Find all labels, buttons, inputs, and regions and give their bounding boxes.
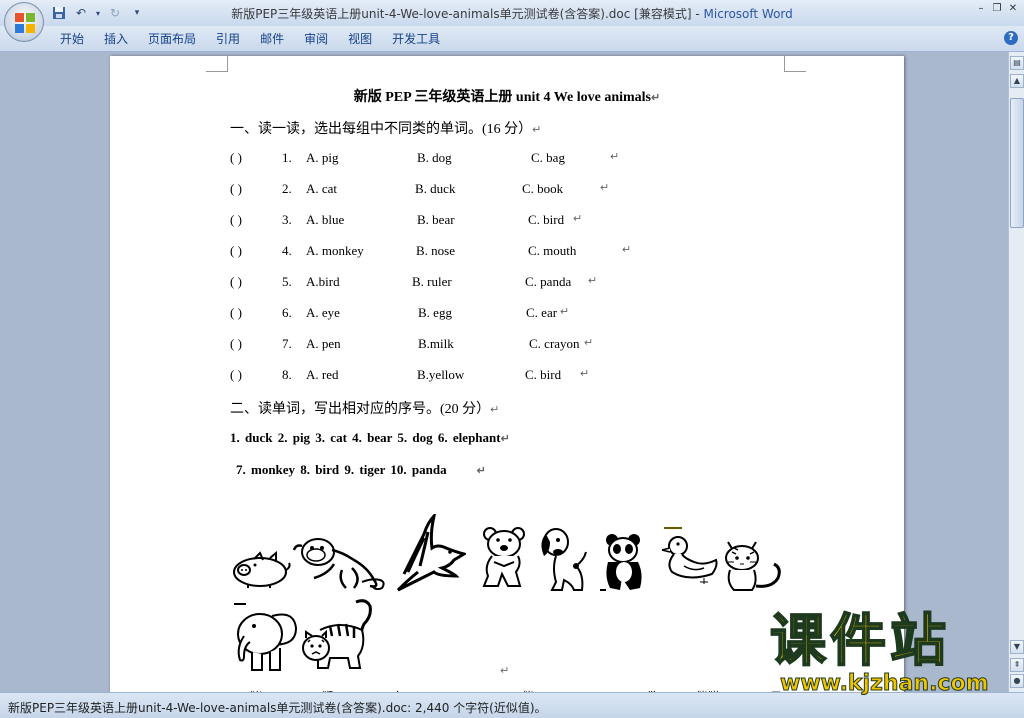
panda-icon [600,534,642,591]
question-row: ( ) 6. A. eye B. egg C. ear ↵ [230,305,570,320]
section-2-heading: 二、读单词，写出相对应的序号。(20 分）↵ [230,402,500,417]
previous-page-icon[interactable]: ⇞ [1010,658,1024,672]
question-row: ( ) 1. A. pig B. dog C. bag ↵ [230,150,620,165]
word-list-line-2: 7. monkey 8. bird 9. tiger 10. panda ↵ [236,462,486,477]
question-row: ( ) 5. A.bird B. ruler C. panda ↵ [230,274,598,289]
ruler-toggle-icon[interactable]: ▤ [1010,56,1024,70]
question-row: ( ) 3. A. blue B. bear C. bird ↵ [230,212,583,227]
duck-icon [661,527,718,584]
question-row: ( ) 7. A. pen B.milk C. crayon ↵ [230,336,594,351]
section-1-heading: 一、读一读，选出每组中不同类的单词。(16 分）↵ [230,122,542,137]
tab-home[interactable]: 开始 [50,31,94,49]
tab-insert[interactable]: 插入 [94,31,138,49]
tab-review[interactable]: 审阅 [294,31,338,49]
question-row: ( ) 4. A. monkey B. nose C. mouth ↵ [230,243,632,258]
crop-mark [784,56,806,72]
restore-icon[interactable]: ❐ [990,2,1004,16]
bird-icon [396,514,466,592]
office-button[interactable] [4,2,44,42]
tiger-icon [302,599,372,669]
document-title: 新版 PEP 三年级英语上册 unit 4 We love animals↵ [353,90,661,105]
document-page[interactable]: 新版 PEP 三年级英语上册 unit 4 We love animals↵ 一… [110,56,904,692]
pig-icon [233,550,291,588]
question-row: ( ) 8. A. red B.yellow C. bird ↵ [230,367,590,382]
window-controls: – ❐ ✕ [974,2,1020,16]
tab-developer[interactable]: 开发工具 [382,31,450,49]
elephant-icon [234,603,298,671]
dog-icon [541,528,587,591]
document-area: 新版 PEP 三年级英语上册 unit 4 We love animals↵ 一… [0,52,1008,692]
help-icon[interactable]: ? [1004,31,1018,45]
watermark-logo: 课件站 www.kjzhan.com [769,609,989,697]
scroll-down-icon[interactable]: ▼ [1010,640,1024,654]
select-browse-object-icon[interactable]: ● [1010,674,1024,688]
bear-icon [482,527,525,587]
monkey-icon [292,538,385,591]
minimize-icon[interactable]: – [974,2,988,16]
ribbon-tab-bar: 开始 插入 页面布局 引用 邮件 审阅 视图 开发工具 ? [0,26,1024,52]
tab-page-layout[interactable]: 页面布局 [138,31,206,49]
status-text: 新版PEP三年级英语上册unit-4-We-love-animals单元测试卷(… [8,701,547,715]
close-icon[interactable]: ✕ [1006,2,1020,16]
tab-mailings[interactable]: 邮件 [250,31,294,49]
crop-mark [206,56,228,72]
question-row: ( ) 2. A. cat B. duck C. book ↵ [230,181,610,196]
window-title: 新版PEP三年级英语上册unit-4-We-love-animals单元测试卷(… [231,7,793,21]
cat-icon [725,541,781,591]
office-logo-icon [15,13,35,33]
scroll-up-icon[interactable]: ▲ [1010,74,1024,88]
tab-view[interactable]: 视图 [338,31,382,49]
word-list-line-1: 1. duck 2. pig 3. cat 4. bear 5. dog 6. … [230,430,510,445]
scrollbar-thumb[interactable] [1010,98,1024,228]
vertical-scrollbar[interactable]: ▤ ▲ ▼ ⇞ ● [1008,52,1024,692]
title-bar: ↶ ▾ ↻ ▾ 新版PEP三年级英语上册unit-4-We-love-anima… [0,0,1024,26]
tab-references[interactable]: 引用 [206,31,250,49]
